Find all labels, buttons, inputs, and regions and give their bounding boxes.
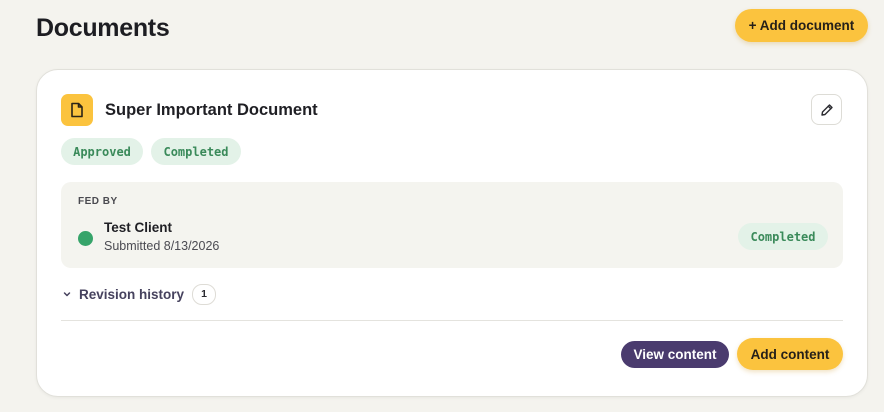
client-name: Test Client xyxy=(104,220,173,235)
page-title: Documents xyxy=(36,14,170,42)
pencil-icon xyxy=(820,103,834,117)
edit-button[interactable] xyxy=(811,94,842,125)
revision-count-badge: 1 xyxy=(192,283,217,305)
submitted-date: Submitted 8/13/2026 xyxy=(104,239,220,253)
fed-status-badge: Completed xyxy=(738,223,828,250)
status-dot xyxy=(78,231,93,246)
add-content-button[interactable]: Add content xyxy=(737,338,843,370)
chevron-down-icon xyxy=(61,288,73,300)
revision-history-toggle[interactable]: Revision history 1 xyxy=(61,283,217,305)
fed-by-panel: FED BY Test Client Submitted 8/13/2026 C… xyxy=(61,182,843,268)
view-content-button[interactable]: View content xyxy=(621,341,729,368)
status-badge-approved: Approved xyxy=(61,138,143,165)
status-badge-completed: Completed xyxy=(151,138,241,165)
document-title: Super Important Document xyxy=(105,101,318,119)
divider xyxy=(61,320,843,321)
revision-history-label: Revision history xyxy=(79,286,185,302)
document-icon xyxy=(61,94,93,126)
add-document-button[interactable]: + Add document xyxy=(735,9,868,42)
fed-by-label: FED BY xyxy=(78,196,118,207)
document-card: Super Important Document Approved Comple… xyxy=(36,69,868,397)
